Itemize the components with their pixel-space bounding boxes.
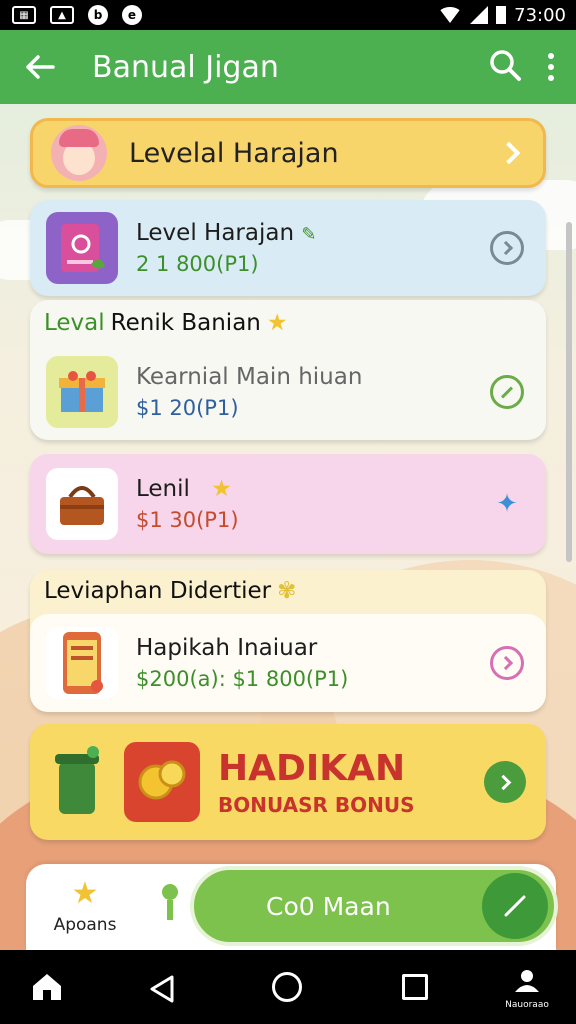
open-button[interactable] <box>490 231 524 265</box>
home-icon <box>33 974 61 1000</box>
chevron-right-icon <box>497 141 521 165</box>
section-title: Leviaphan Didertier ✾ <box>44 578 297 604</box>
item-title: Kearnial Main hiuan <box>136 364 363 390</box>
profile-label: Nauoraao <box>505 1000 549 1010</box>
list-item[interactable]: Level Harajan ✎ 2 1 800(P1) <box>30 200 546 296</box>
item-price: $200(a): $1 800(P1) <box>136 667 349 691</box>
mascot-icon <box>162 884 186 924</box>
item-price: $1 30(P1) <box>136 508 239 532</box>
more-options-button[interactable] <box>548 53 554 81</box>
scrollbar[interactable] <box>566 222 572 562</box>
app-bar: Banual Jigan <box>0 30 576 104</box>
open-button[interactable] <box>490 646 524 680</box>
item-title: Lenil ★ <box>136 476 232 502</box>
sparkle-icon: ✦ <box>496 489 518 519</box>
recents-button[interactable] <box>402 974 428 1000</box>
people-icon <box>515 970 539 992</box>
main-action-label: Co0 Maan <box>266 891 391 921</box>
promo-subtitle: BONUASR BONUS <box>218 792 415 817</box>
promo-open-button[interactable] <box>484 761 526 803</box>
chevron-right-icon <box>498 655 513 671</box>
list-item[interactable]: Kearnial Main hiuan $1 20(P1) <box>30 344 546 440</box>
main-action-button[interactable]: Co0 Maan <box>190 866 558 946</box>
search-icon <box>490 50 521 81</box>
section-card: Leval Renik Banian ★ Kearnial Main hiuan… <box>30 300 546 440</box>
app-notification-icon: b <box>88 5 108 25</box>
battery-icon <box>496 6 507 24</box>
content-list: Levelal Harajan Level Harajan ✎ 2 1 800(… <box>0 104 576 950</box>
status-bar: ▦ ▲ b e 73:00 <box>0 0 576 30</box>
gold-coins-icon <box>124 742 200 822</box>
promo-title: HADIKAN <box>218 747 406 789</box>
home-button[interactable] <box>30 970 64 1004</box>
pencil-icon <box>504 895 526 917</box>
search-button[interactable] <box>488 48 522 86</box>
bonus-promo-card[interactable]: HADIKAN BONUASR BONUS <box>30 724 546 840</box>
star-icon: ★ <box>266 310 288 336</box>
butterfly-icon: ✾ <box>277 578 297 604</box>
book-icon <box>46 212 118 284</box>
list-item[interactable]: Lenil ★ $1 30(P1) ✦ <box>30 454 546 554</box>
item-price: $1 20(P1) <box>136 396 239 420</box>
leaf-icon: ✎ <box>301 224 317 245</box>
section-card: Leviaphan Didertier ✾ Hapikah Inaiuar $2… <box>30 570 546 712</box>
item-price: 2 1 800(P1) <box>136 252 259 276</box>
status-time: 73:00 <box>514 4 566 26</box>
level-banner[interactable]: Levelal Harajan <box>30 118 546 188</box>
edit-button[interactable] <box>490 375 524 409</box>
star-icon: ★ <box>211 476 232 502</box>
star-icon: ★ <box>71 876 99 911</box>
system-nav-bar: Nauoraao <box>0 950 576 1024</box>
basket-icon <box>46 468 118 540</box>
chevron-right-icon <box>498 240 513 256</box>
banner-title: Levelal Harajan <box>129 137 339 169</box>
arrow-left-icon <box>26 55 55 79</box>
apps-button[interactable]: ★ Apoans <box>40 876 130 935</box>
phone-app-icon <box>46 627 118 699</box>
edit-fab[interactable] <box>482 873 548 939</box>
chevron-right-icon <box>495 774 511 790</box>
avatar <box>51 125 107 181</box>
trash-can-icon <box>42 746 112 818</box>
profile-button[interactable]: Nauoraao <box>494 968 560 1010</box>
wifi-icon <box>438 7 463 23</box>
back-button[interactable] <box>14 41 66 93</box>
page-title: Banual Jigan <box>92 49 279 85</box>
signal-icon <box>470 6 489 24</box>
list-item[interactable]: Hapikah Inaiuar $200(a): $1 800(P1) <box>30 614 546 712</box>
bottom-action-panel: ★ Apoans Co0 Maan <box>26 864 558 950</box>
shield-notification-icon: e <box>122 5 142 25</box>
calendar-icon: ▦ <box>12 6 36 24</box>
nav-back-button[interactable] <box>148 974 176 1008</box>
pencil-icon <box>500 385 514 399</box>
item-title: Hapikah Inaiuar <box>136 635 318 661</box>
nav-home-circle-button[interactable] <box>272 972 302 1002</box>
section-title: Leval Renik Banian ★ <box>44 310 288 336</box>
gift-box-icon <box>46 356 118 428</box>
item-title: Level Harajan ✎ <box>136 220 317 246</box>
triangle-back-icon <box>150 975 174 1003</box>
image-icon: ▲ <box>50 6 74 24</box>
apps-label: Apoans <box>53 915 117 935</box>
sparkle-button[interactable]: ✦ <box>490 487 524 521</box>
